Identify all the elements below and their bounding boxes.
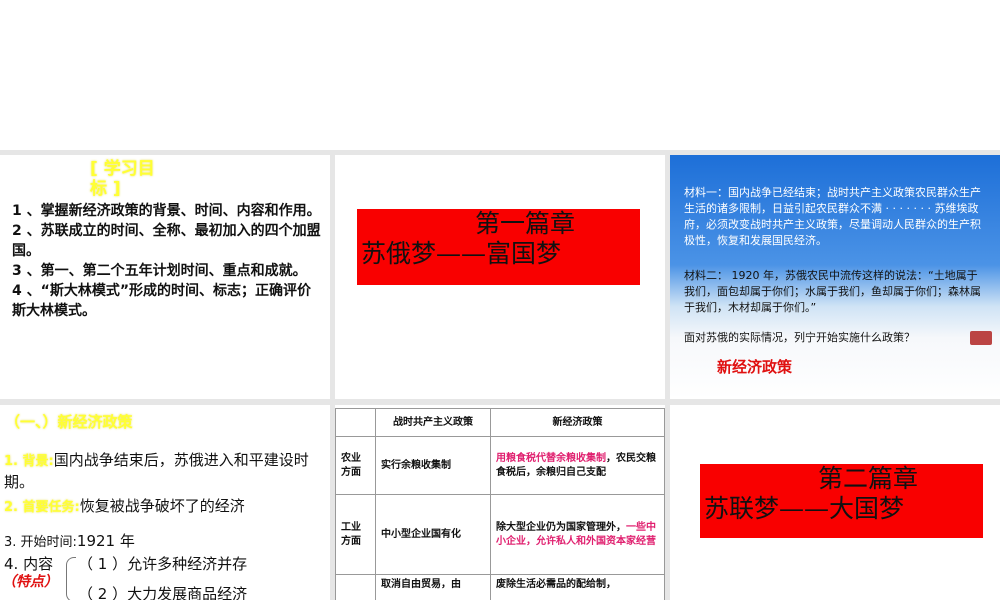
header-cell — [335, 408, 376, 437]
goal-item: 4 、“斯大林模式”形成的时间、标志；正确评价斯大林模式。 — [12, 283, 312, 319]
aspect-cell: 农业方面 — [335, 436, 376, 495]
goal-item: 3 、第一、第二个五年计划时间、重点和成就。 — [12, 263, 307, 279]
chapter-subtitle: 苏俄梦——富国梦 — [361, 239, 562, 268]
slide-learning-goals[interactable]: [ 学习目标 ] 1 、掌握新经济政策的背景、时间、内容和作用。 2 、苏联成立… — [0, 155, 330, 399]
chapter-label: 第一篇章 — [475, 209, 576, 238]
slide-chapter-one[interactable]: 第一篇章 苏俄梦——富国梦 — [335, 155, 665, 399]
nep-cell: 除大型企业仍为国家管理外，一些中小企业，允许私人和外国资本家经营 — [490, 494, 665, 575]
slide-materials[interactable]: 材料一：国内战争已经结束；战时共产主义政策农民群众生产生活的诸多限制，日益引起农… — [670, 155, 1000, 399]
header-cell: 新经济政策 — [490, 408, 665, 437]
background-label: 1. 背景: — [4, 454, 54, 469]
feature-label: （特点） — [2, 574, 58, 590]
start-label: 3. 开始时间: — [4, 535, 77, 550]
task-label: 2. 首要任务: — [4, 500, 80, 515]
goals-title: [ 学习目标 ] — [90, 159, 155, 199]
chapter-label: 第二篇章 — [818, 464, 919, 493]
nep-highlight: 用粮食税代替余粮收集制 — [496, 452, 606, 464]
material-two: 材料二： 1920 年，苏俄农民中流传这样的说法：“土地属于我们，面包却属于你们… — [684, 269, 981, 314]
nep-cell: 废除生活必需品的配给制， — [490, 574, 665, 600]
house-icon — [970, 331, 992, 345]
header-cell: 战时共产主义政策 — [375, 408, 491, 437]
slide-nep-details[interactable]: （一、）新经济政策 1. 背景:国内战争结束后，苏俄进入和平建设时期。 2. 首… — [0, 405, 330, 600]
content-item: （ 2 ）大力发展商品经济 — [78, 585, 248, 600]
question: 面对苏俄的实际情况，列宁开始实施什么政策？ — [684, 331, 915, 344]
policy-comparison-table: 战时共产主义政策 新经济政策 农业方面 实行余粮收集制 用粮食税代替余粮收集制，农民交… — [335, 408, 665, 600]
slide-chapter-two[interactable]: 第二篇章 苏联梦——大国梦 — [670, 405, 1000, 600]
goal-item: 1 、掌握新经济政策的背景、时间、内容和作用。 — [12, 203, 321, 219]
nep-text: 除大型企业仍为国家管理外， — [496, 521, 626, 533]
aspect-cell — [335, 574, 376, 600]
slide-thumbnail-grid: [ 学习目标 ] 1 、掌握新经济政策的背景、时间、内容和作用。 2 、苏联成立… — [0, 150, 1000, 600]
chapter-title-box: 第一篇章 苏俄梦——富国梦 — [357, 209, 640, 285]
war-communism-cell: 中小型企业国有化 — [375, 494, 491, 575]
war-communism-cell: 实行余粮收集制 — [375, 436, 491, 495]
goal-item: 2 、苏联成立的时间、全称、最初加入的四个加盟国。 — [12, 223, 321, 259]
content-item: （ 1 ）允许多种经济并存 — [78, 555, 248, 573]
brace — [66, 557, 76, 600]
nep-cell: 用粮食税代替余粮收集制，农民交粮食税后，余粮归自己支配 — [490, 436, 665, 495]
chapter-title-box: 第二篇章 苏联梦——大国梦 — [700, 464, 983, 538]
goals-list: 1 、掌握新经济政策的背景、时间、内容和作用。 2 、苏联成立的时间、全称、最初… — [12, 201, 324, 321]
answer: 新经济政策 — [717, 358, 793, 376]
slide-comparison-table[interactable]: 战时共产主义政策 新经济政策 农业方面 实行余粮收集制 用粮食税代替余粮收集制，农民交… — [335, 405, 665, 600]
war-communism-cell: 取消自由贸易，由 — [375, 574, 491, 600]
aspect-cell: 工业方面 — [335, 494, 376, 575]
start-text: 1921 年 — [76, 532, 135, 550]
section-heading: （一、）新经济政策 — [5, 413, 133, 431]
chapter-subtitle: 苏联梦——大国梦 — [704, 494, 905, 523]
material-one: 材料一：国内战争已经结束；战时共产主义政策农民群众生产生活的诸多限制，日益引起农… — [684, 186, 981, 247]
task-text: 恢复被战争破坏了的经济 — [79, 497, 245, 515]
